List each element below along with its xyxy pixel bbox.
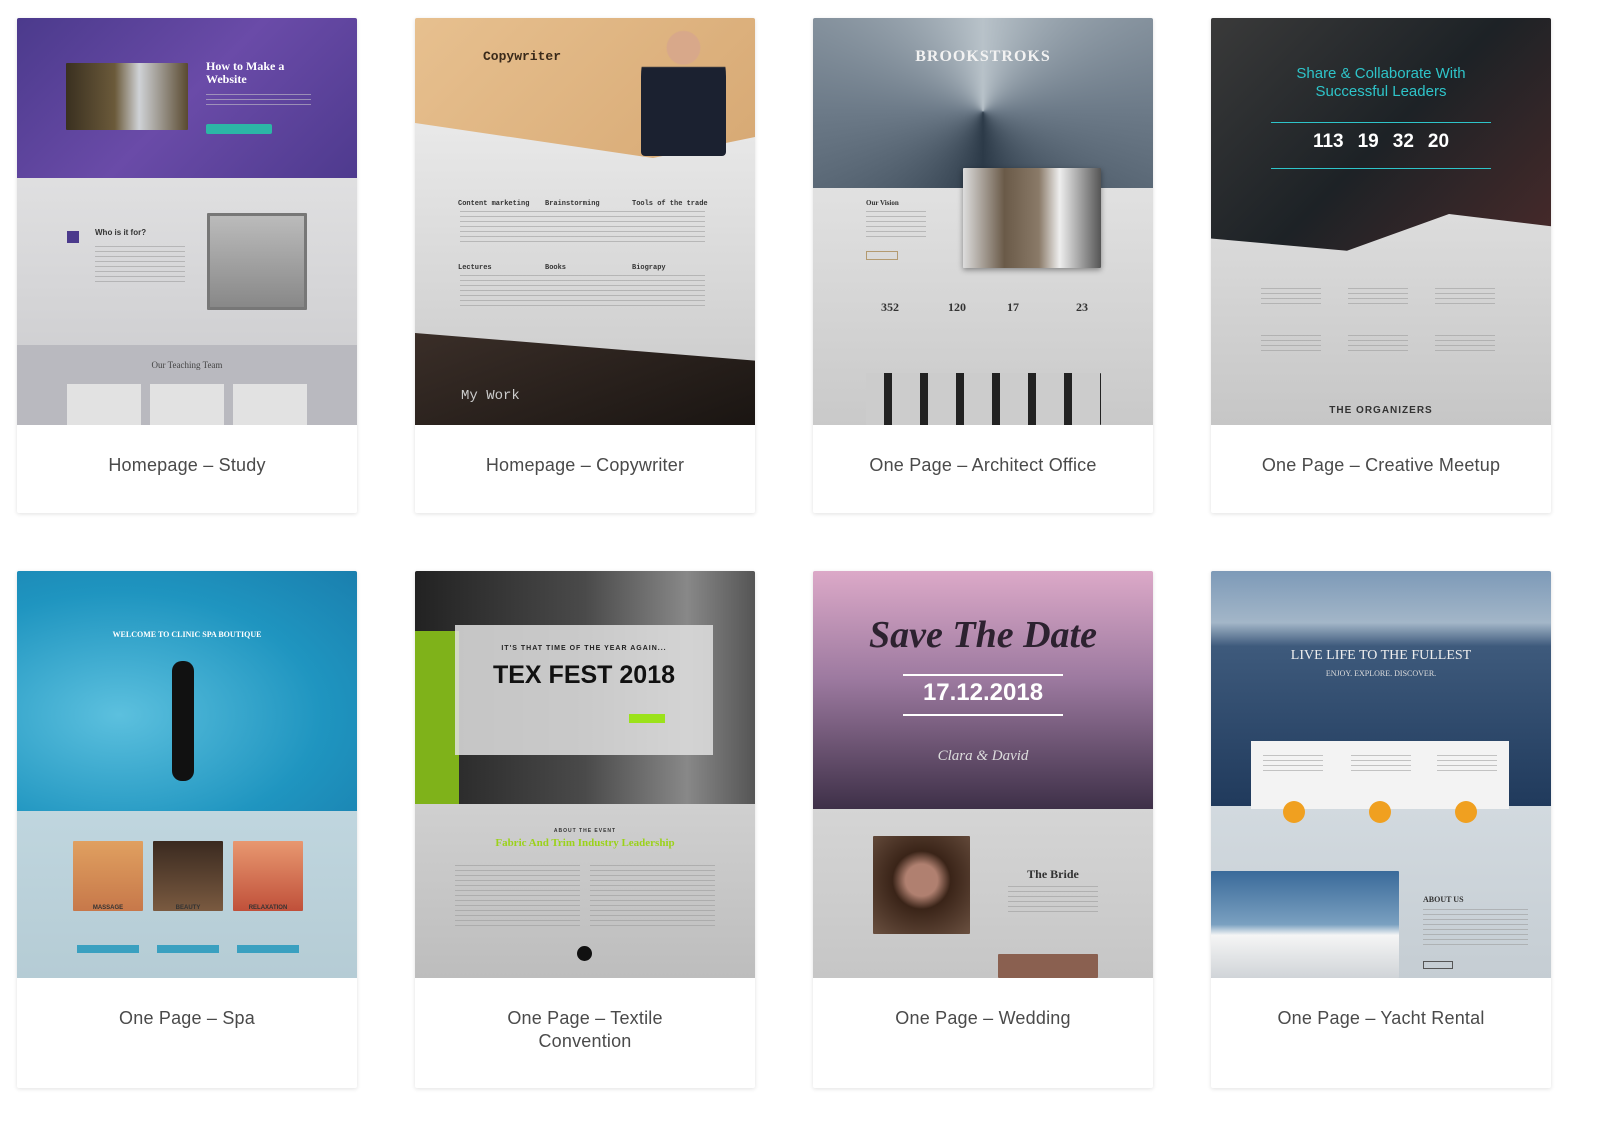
- preview-service: BEAUTY: [175, 905, 201, 911]
- preview-section: Who is it for?: [95, 228, 147, 237]
- template-title[interactable]: Homepage – Study: [17, 454, 357, 477]
- template-card-spa[interactable]: WELCOME TO CLINIC SPA BOUTIQUE MASSAGE B…: [17, 571, 357, 1088]
- template-card-yacht-rental[interactable]: LIVE LIFE TO THE FULLEST ENJOY. EXPLORE.…: [1211, 571, 1551, 1088]
- template-card-study[interactable]: How to Make a Website Who is it for? Our…: [17, 18, 357, 513]
- template-preview-copywriter[interactable]: Copywriter Content marketing Brainstormi…: [415, 18, 755, 425]
- preview-subheading: ENJOY. EXPLORE. DISCOVER.: [1325, 669, 1437, 678]
- preview-heading: Share & Collaborate With Successful Lead…: [1296, 65, 1466, 100]
- preview-stat: 120: [948, 300, 966, 314]
- preview-stat: 352: [881, 300, 899, 314]
- countdown-minutes: 32: [1392, 131, 1414, 152]
- preview-feature: Books: [545, 264, 567, 272]
- template-title[interactable]: Homepage – Copywriter: [415, 454, 755, 477]
- countdown-seconds: 20: [1427, 131, 1450, 152]
- preview-stat: 17: [1007, 300, 1019, 314]
- template-preview-wedding[interactable]: Save The Date 17.12.2018 Clara & David T…: [813, 571, 1153, 978]
- template-preview-meetup[interactable]: Share & Collaborate With Successful Lead…: [1211, 18, 1551, 425]
- template-preview-textile[interactable]: IT'S THAT TIME OF THE YEAR AGAIN... TEX …: [415, 571, 755, 978]
- template-card-architect-office[interactable]: BROOKSTROKS Our Vision 352 120 17 23 One…: [813, 18, 1153, 513]
- preview-feature: Lectures: [458, 264, 492, 272]
- preview-feature: Biograpy: [632, 264, 666, 272]
- preview-bride: The Bride: [1027, 867, 1079, 881]
- preview-heading: Copywriter: [483, 49, 562, 64]
- template-title[interactable]: One Page – Architect Office: [813, 454, 1153, 477]
- countdown-hours: 19: [1357, 131, 1379, 152]
- preview-heading: Save The Date: [869, 614, 1097, 656]
- preview-names: Clara & David: [937, 748, 1029, 764]
- preview-organizers: THE ORGANIZERS: [1329, 405, 1433, 416]
- template-card-wedding[interactable]: Save The Date 17.12.2018 Clara & David T…: [813, 571, 1153, 1088]
- preview-feature: Tools of the trade: [632, 200, 708, 208]
- preview-work: My Work: [461, 388, 520, 404]
- preview-stat: 23: [1076, 300, 1088, 314]
- preview-kicker: IT'S THAT TIME OF THE YEAR AGAIN...: [501, 645, 667, 652]
- preview-heading: TEX FEST 2018: [492, 661, 676, 689]
- template-preview-yacht[interactable]: LIVE LIFE TO THE FULLEST ENJOY. EXPLORE.…: [1211, 571, 1551, 978]
- preview-heading: LIVE LIFE TO THE FULLEST: [1290, 648, 1472, 663]
- preview-service: MASSAGE: [92, 905, 124, 911]
- template-preview-study[interactable]: How to Make a Website Who is it for? Our…: [17, 18, 357, 425]
- countdown-days: 113: [1312, 131, 1344, 152]
- preview-team: Our Teaching Team: [151, 360, 223, 370]
- preview-service: RELAXATION: [248, 905, 288, 911]
- template-card-textile-convention[interactable]: IT'S THAT TIME OF THE YEAR AGAIN... TEX …: [415, 571, 755, 1088]
- template-title[interactable]: One Page – Wedding: [813, 1007, 1153, 1030]
- template-card-copywriter[interactable]: Copywriter Content marketing Brainstormi…: [415, 18, 755, 513]
- preview-about: ABOUT US: [1423, 895, 1464, 904]
- template-title[interactable]: One Page – Spa: [17, 1007, 357, 1030]
- preview-subheading: Fabric And Trim Industry Leadership: [495, 837, 675, 849]
- preview-vision: Our Vision: [866, 199, 899, 207]
- preview-about: ABOUT THE EVENT: [553, 828, 617, 834]
- template-preview-architect[interactable]: BROOKSTROKS Our Vision 352 120 17 23: [813, 18, 1153, 425]
- template-title[interactable]: One Page – Creative Meetup: [1211, 454, 1551, 477]
- preview-heading: How to Make a Website: [206, 59, 285, 86]
- template-title[interactable]: One Page – Textile Convention: [415, 1007, 755, 1053]
- preview-feature: Brainstorming: [545, 200, 600, 208]
- preview-heading: BROOKSTROKS: [915, 48, 1051, 65]
- preview-date: 17.12.2018: [922, 679, 1044, 706]
- template-card-creative-meetup[interactable]: Share & Collaborate With Successful Lead…: [1211, 18, 1551, 513]
- preview-feature: Content marketing: [458, 200, 530, 208]
- template-title[interactable]: One Page – Yacht Rental: [1211, 1007, 1551, 1030]
- template-preview-spa[interactable]: WELCOME TO CLINIC SPA BOUTIQUE MASSAGE B…: [17, 571, 357, 978]
- preview-heading: WELCOME TO CLINIC SPA BOUTIQUE: [112, 630, 262, 639]
